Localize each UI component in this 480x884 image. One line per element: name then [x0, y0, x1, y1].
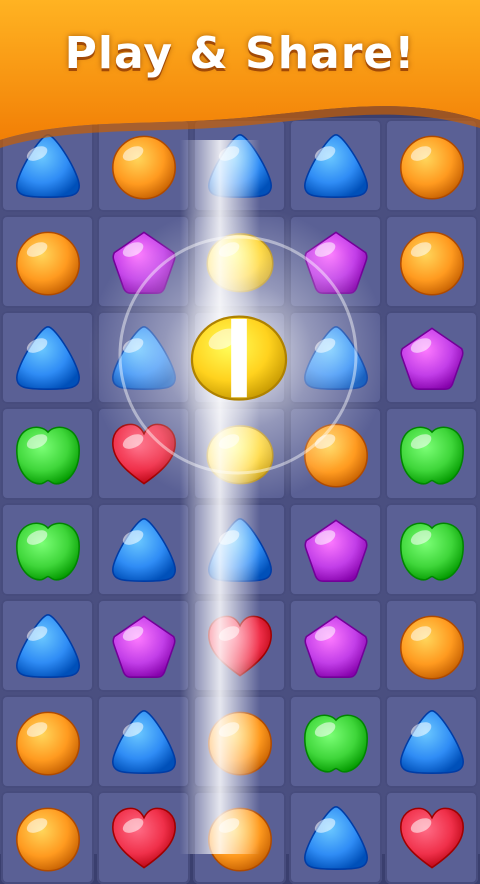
candy-apple-green[interactable] [297, 703, 375, 785]
candy-pentagon-purple[interactable] [105, 223, 183, 305]
candy-triangle-blue[interactable] [9, 319, 87, 401]
candy-pentagon-purple[interactable] [297, 607, 375, 689]
candy-triangle-blue[interactable] [297, 319, 375, 401]
banner-title: Play & Share! [64, 28, 416, 79]
candy-round-orange[interactable] [9, 799, 87, 881]
candy-pentagon-purple[interactable] [105, 607, 183, 689]
candy-pentagon-purple[interactable] [393, 319, 471, 401]
candy-round-orange[interactable] [9, 703, 87, 785]
candy-triangle-blue[interactable] [105, 511, 183, 593]
candy-heart-red[interactable] [105, 799, 183, 881]
candy-round-orange[interactable] [201, 799, 279, 881]
candy-round-orange[interactable] [9, 223, 87, 305]
striped-candy[interactable] [183, 301, 295, 417]
candy-triangle-blue[interactable] [105, 319, 183, 401]
candy-triangle-blue[interactable] [105, 703, 183, 785]
candy-apple-green[interactable] [393, 415, 471, 497]
candy-triangle-blue[interactable] [393, 703, 471, 785]
candy-apple-green[interactable] [9, 511, 87, 593]
candy-triangle-blue[interactable] [297, 799, 375, 881]
candy-heart-red[interactable] [393, 799, 471, 881]
candy-round-orange[interactable] [393, 223, 471, 305]
candy-heart-red[interactable] [105, 415, 183, 497]
candy-round-orange[interactable] [201, 703, 279, 785]
candy-apple-green[interactable] [393, 511, 471, 593]
game-board [0, 118, 480, 884]
candy-apple-green[interactable] [9, 415, 87, 497]
candy-round-orange[interactable] [297, 415, 375, 497]
candy-lemon-yellow[interactable] [201, 415, 279, 497]
candy-pentagon-purple[interactable] [297, 223, 375, 305]
candy-triangle-blue[interactable] [201, 511, 279, 593]
candy-heart-red[interactable] [201, 607, 279, 689]
candy-triangle-blue[interactable] [9, 607, 87, 689]
title-banner: Play & Share! [0, 0, 480, 150]
vertical-stripe [231, 318, 247, 398]
candy-pentagon-purple[interactable] [297, 511, 375, 593]
candy-lemon-yellow[interactable] [201, 223, 279, 305]
candy-round-orange[interactable] [393, 607, 471, 689]
